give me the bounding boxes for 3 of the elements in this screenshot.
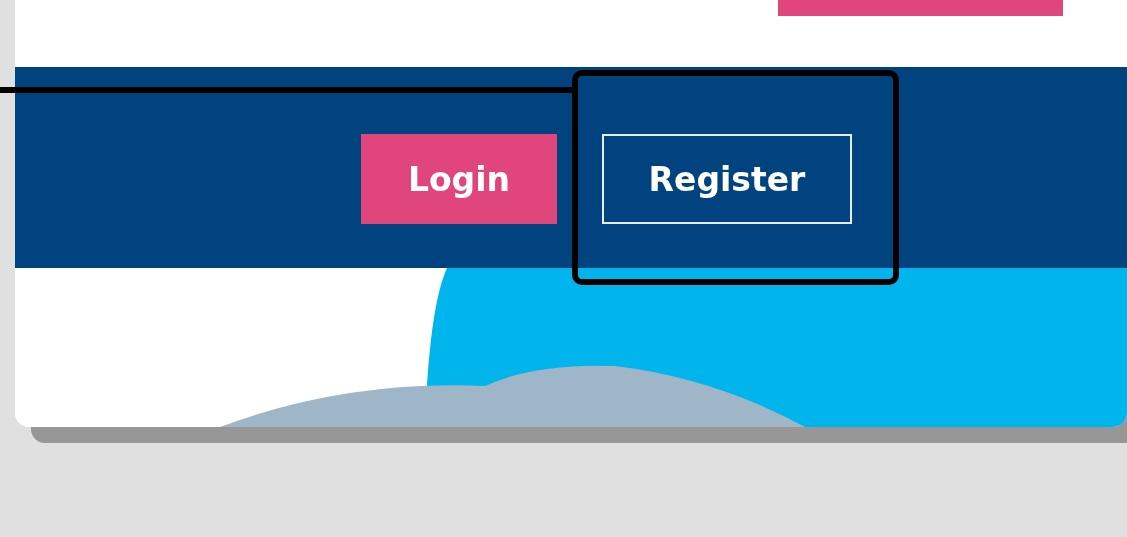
menu-bar-button[interactable] (778, 0, 1063, 16)
login-button[interactable]: Login (361, 134, 557, 224)
register-button[interactable]: Register (602, 134, 852, 224)
